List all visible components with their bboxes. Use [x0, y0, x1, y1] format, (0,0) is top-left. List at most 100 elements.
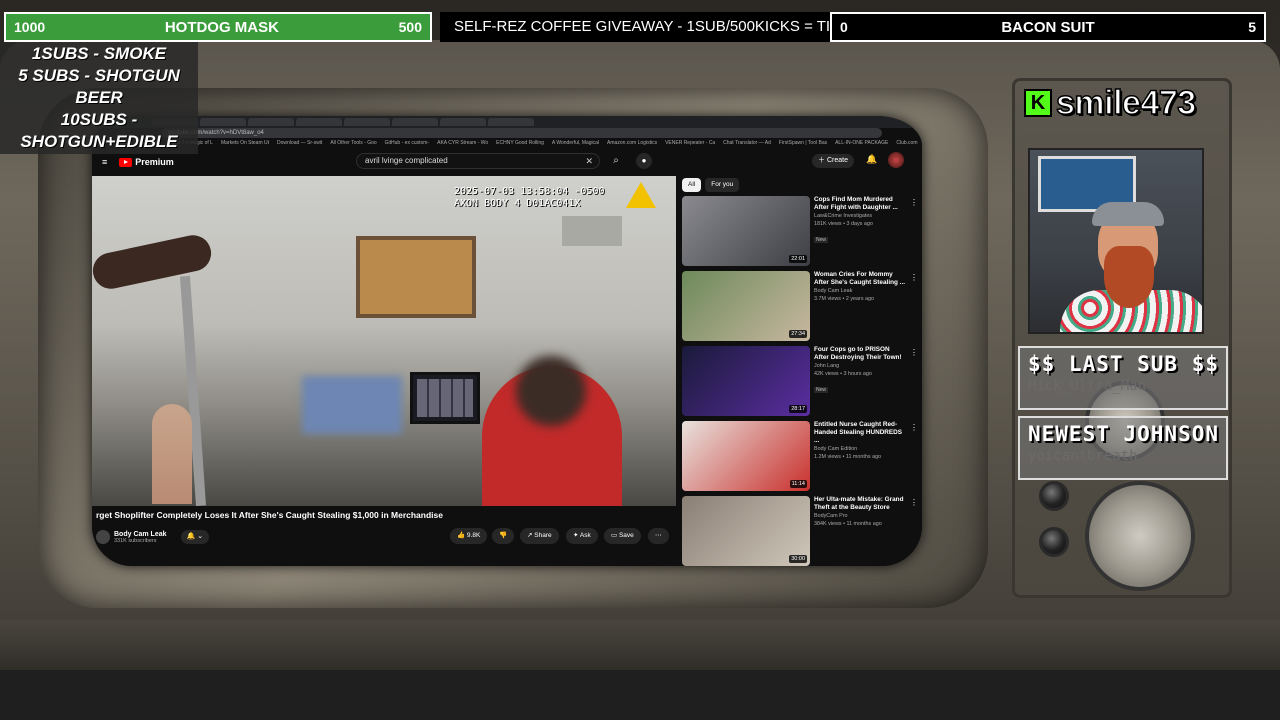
- bookmark-item[interactable]: VENER Repeater - Ca: [665, 138, 715, 148]
- video-thumbnail[interactable]: 27:34: [682, 271, 810, 341]
- newest-follower-name: yoicantbreath: [1028, 448, 1138, 464]
- youtube-header: ≡ Premium avril lvinge complicated ✕ ⌕ ●…: [92, 148, 922, 176]
- scene-person-left: [152, 404, 192, 504]
- video-duration: 28:17: [789, 405, 807, 413]
- bookmark-item[interactable]: Download — Sr-swit: [277, 138, 322, 148]
- more-options-icon[interactable]: ⋮: [910, 423, 918, 432]
- scene-monitor: [410, 372, 480, 424]
- last-sub-box: $$ LAST SUB $$ Mick_Ultra_Man: [1018, 346, 1228, 410]
- browser-tab[interactable]: [200, 118, 246, 126]
- webcam-feed: [1028, 148, 1204, 334]
- more-options-icon[interactable]: ⋮: [910, 273, 918, 282]
- notifications-bell-icon[interactable]: 🔔: [866, 154, 877, 165]
- browser-tab[interactable]: [392, 118, 438, 126]
- bookmark-item[interactable]: Chat Translator — Ad: [723, 138, 771, 148]
- recommended-video[interactable]: 11:14 Entitled Nurse Caught Red-Handed St…: [682, 421, 922, 493]
- video-channel[interactable]: BodyCam Pro: [814, 512, 906, 520]
- video-title[interactable]: Her Ulta-mate Mistake: Grand Theft at th…: [814, 496, 906, 512]
- webcam-streamer-beard: [1104, 246, 1154, 308]
- scene-corkboard: [356, 236, 476, 318]
- video-thumbnail[interactable]: 28:17: [682, 346, 810, 416]
- browser-tab[interactable]: [296, 118, 342, 126]
- video-meta: Four Cops go to PRISON After Destroying …: [814, 346, 906, 418]
- goal-start: 1000: [14, 19, 46, 35]
- channel-info[interactable]: Body Cam Leak 331K subscribers: [114, 531, 167, 544]
- clear-search-icon[interactable]: ✕: [585, 154, 593, 168]
- video-channel[interactable]: John Lang: [814, 362, 906, 370]
- video-title[interactable]: Woman Cries For Mommy After She's Caught…: [814, 271, 906, 287]
- create-button[interactable]: ＋ Create: [812, 154, 854, 168]
- create-label: Create: [826, 157, 848, 164]
- stream-overlay: youtube.com/watch?v=hDVt8aw_o4 Creator D…: [0, 0, 1280, 720]
- scene-cabinet: [562, 216, 622, 246]
- ask-button[interactable]: ✦ Ask: [566, 528, 598, 544]
- video-thumbnail[interactable]: 11:14: [682, 421, 810, 491]
- dislike-button[interactable]: 👎: [492, 528, 515, 544]
- browser-window: youtube.com/watch?v=hDVt8aw_o4 Creator D…: [92, 116, 922, 566]
- bookmark-item[interactable]: ALL-IN-ONE PACKAGE: [835, 138, 888, 148]
- youtube-logo-text: Premium: [135, 157, 174, 167]
- video-title[interactable]: Entitled Nurse Caught Red-Handed Stealin…: [814, 421, 906, 445]
- video-duration: 11:14: [789, 480, 807, 488]
- video-views: 384K views • 11 months ago: [814, 521, 882, 527]
- scene-arm: [92, 231, 215, 293]
- video-thumbnail[interactable]: 22:01: [682, 196, 810, 266]
- browser-tab[interactable]: [488, 118, 534, 126]
- channel-avatar[interactable]: [96, 530, 110, 544]
- microphone-icon[interactable]: ●: [636, 153, 652, 169]
- subscribed-bell-button[interactable]: 🔔 ⌄: [180, 530, 210, 544]
- video-thumbnail[interactable]: 30:00: [682, 496, 810, 566]
- video-channel[interactable]: Law&Crime Investigates: [814, 212, 906, 220]
- kick-logo-icon: K: [1024, 89, 1052, 117]
- filter-chip[interactable]: For you: [705, 178, 740, 192]
- browser-tab[interactable]: [248, 118, 294, 126]
- bodycam-timestamp: 2025-07-03 13:58:04 -0500 AXON BODY 4 D0…: [454, 186, 605, 209]
- filter-chips: All For you: [682, 178, 740, 192]
- save-label: Save: [618, 532, 634, 539]
- channel-name[interactable]: Body Cam Leak: [114, 531, 167, 538]
- bookmark-item[interactable]: ECHNY Good Rolling: [496, 138, 544, 148]
- account-avatar[interactable]: [888, 152, 904, 168]
- video-title[interactable]: Cops Find Mom Murdered After Fight with …: [814, 196, 906, 212]
- recommended-video[interactable]: 28:17 Four Cops go to PRISON After Destro…: [682, 346, 922, 418]
- sub-rewards-list: 1SUBS - SMOKE 5 SUBS - SHOTGUN BEER 10SU…: [0, 42, 198, 154]
- axon-logo-icon: [626, 182, 656, 208]
- bookmark-item[interactable]: A Wonderful, Magical: [552, 138, 599, 148]
- bookmark-item[interactable]: Amazon.com Logistics: [607, 138, 657, 148]
- search-input[interactable]: avril lvinge complicated ✕: [356, 153, 600, 169]
- save-button[interactable]: ▭ Save: [604, 528, 641, 544]
- bookmark-item[interactable]: GitHub - ex custom-: [385, 138, 429, 148]
- subgoal-bar-hotdog-mask: 1000 HOTDOG MASK 500: [4, 12, 432, 42]
- menu-icon[interactable]: ≡: [102, 157, 107, 167]
- search-icon[interactable]: ⌕: [606, 153, 626, 169]
- more-options-icon[interactable]: ⋮: [910, 498, 918, 507]
- share-label: Share: [534, 532, 552, 539]
- scene-blurred-face: [516, 356, 586, 426]
- recommended-video[interactable]: 30:00 Her Ulta-mate Mistake: Grand Theft …: [682, 496, 922, 566]
- recommended-video[interactable]: 27:34 Woman Cries For Mommy After She's C…: [682, 271, 922, 343]
- recommendations-list: 22:01 Cops Find Mom Murdered After Fight …: [682, 196, 922, 566]
- like-button[interactable]: 👍 9.8K: [450, 528, 488, 544]
- browser-tab[interactable]: [440, 118, 486, 126]
- video-title[interactable]: Four Cops go to PRISON After Destroying …: [814, 346, 906, 362]
- newest-follower-title: NEWEST JOHNSON: [1028, 422, 1220, 446]
- bookmark-item[interactable]: AKA CYR Stream - Wo: [437, 138, 488, 148]
- browser-tab[interactable]: [344, 118, 390, 126]
- video-player[interactable]: 2025-07-03 13:58:04 -0500 AXON BODY 4 D0…: [92, 176, 676, 506]
- bookmark-item[interactable]: Markets On Steam Ut: [221, 138, 269, 148]
- bookmark-item[interactable]: All Other Tools - Goo: [330, 138, 376, 148]
- share-button[interactable]: ↗ Share: [520, 528, 559, 544]
- bookmark-item[interactable]: Club.com: [896, 138, 917, 148]
- more-actions-icon[interactable]: ⋯: [648, 528, 669, 544]
- filter-chip[interactable]: All: [682, 178, 702, 192]
- video-views: 1.2M views • 11 months ago: [814, 454, 882, 460]
- browser-tabstrip[interactable]: [92, 116, 922, 128]
- more-options-icon[interactable]: ⋮: [910, 198, 918, 207]
- more-options-icon[interactable]: ⋮: [910, 348, 918, 357]
- video-channel[interactable]: Body Cam Leak: [814, 287, 906, 295]
- video-channel[interactable]: Body Cam Edition: [814, 445, 906, 453]
- address-bar[interactable]: youtube.com/watch?v=hDVt8aw_o4: [162, 128, 882, 138]
- youtube-logo[interactable]: Premium: [119, 157, 174, 167]
- recommended-video[interactable]: 22:01 Cops Find Mom Murdered After Fight …: [682, 196, 922, 268]
- bookmark-item[interactable]: FirstSpawn | Tool Bas: [779, 138, 827, 148]
